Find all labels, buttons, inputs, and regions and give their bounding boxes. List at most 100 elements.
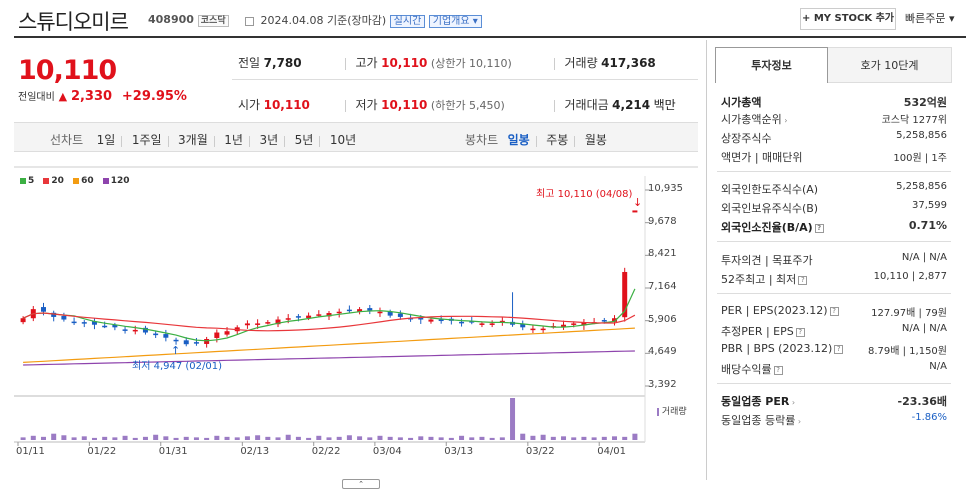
row-52week: 52주최고 | 최저? 10,110 | 2,877 xyxy=(721,271,947,287)
volume-bar xyxy=(71,437,77,440)
help-icon[interactable]: ? xyxy=(834,344,844,354)
volume-bar xyxy=(91,437,97,440)
candle xyxy=(540,328,546,331)
y-tick-label: 9,678 xyxy=(648,215,677,227)
candle xyxy=(122,329,128,331)
help-icon[interactable]: ? xyxy=(798,275,808,285)
row-sector-per[interactable]: 동일업종 PER › -23.36배 xyxy=(721,393,947,409)
volume-bar xyxy=(153,434,159,440)
candle xyxy=(601,320,607,322)
candle xyxy=(295,316,301,318)
volume-bar xyxy=(163,436,169,440)
volume-bar xyxy=(275,437,281,440)
row-foreign-hold: 외국인보유주식수(B) 37,599 xyxy=(721,200,947,216)
volume-bar xyxy=(40,436,46,440)
candle xyxy=(40,307,46,312)
tab-invest-info[interactable]: 투자정보 xyxy=(715,47,828,83)
volume-bar xyxy=(561,436,567,440)
help-icon[interactable]: ? xyxy=(773,365,783,375)
x-tick-label: 03/04 xyxy=(372,446,402,457)
mcap-rank-label: 시가총액순위 xyxy=(721,113,782,126)
volume-bar xyxy=(173,437,179,440)
volume-bar xyxy=(520,433,526,440)
row-shares: 상장주식수 5,258,856 xyxy=(721,130,947,146)
candle xyxy=(316,314,322,316)
sector-per-value: -23.36배 xyxy=(897,395,947,408)
volume-bar xyxy=(397,437,403,440)
volume-bar xyxy=(346,435,352,440)
volume-bar xyxy=(530,435,536,440)
y-tick-label: 4,649 xyxy=(648,346,677,358)
candle xyxy=(459,321,465,324)
volume-bar xyxy=(234,437,240,440)
panel-divider xyxy=(717,171,951,172)
volume-bar xyxy=(61,435,67,440)
chevron-right-icon: › xyxy=(781,116,788,125)
volume-bar xyxy=(367,437,373,440)
foreign-ratio-value: 0.71% xyxy=(908,219,947,232)
x-tick-label: 01/22 xyxy=(87,446,117,457)
collapse-chart-button[interactable]: ⌃ xyxy=(342,479,380,489)
opinion-label: 투자의견 | 목표주가 xyxy=(721,254,813,267)
volume-bar xyxy=(571,437,577,440)
volume-bar xyxy=(428,436,434,440)
volume-bar xyxy=(193,437,199,440)
volume-bar xyxy=(459,435,465,440)
volume-bar xyxy=(255,435,261,440)
volume-bar xyxy=(550,436,556,440)
row-sector-rate[interactable]: 동일업종 등락률 › -1.86% xyxy=(721,412,947,428)
help-icon[interactable]: ? xyxy=(829,306,839,316)
candle xyxy=(397,313,403,317)
foreign-hold-label: 외국인보유주식수(B) xyxy=(721,202,819,215)
volume-bar xyxy=(489,437,495,440)
x-tick-label: 03/22 xyxy=(525,446,555,457)
volume-bar xyxy=(479,436,485,440)
x-tick-label: 01/31 xyxy=(158,446,188,457)
help-icon[interactable]: ? xyxy=(795,327,805,337)
foreign-limit-label: 외국인한도주식수(A) xyxy=(721,183,819,196)
y-tick-label: 3,392 xyxy=(648,379,677,390)
volume-label-text: 거래량 xyxy=(661,407,687,417)
candle xyxy=(183,340,189,345)
mcap-label: 시가총액 xyxy=(721,96,762,109)
volume-bar xyxy=(295,436,301,440)
volume-bar xyxy=(30,435,36,440)
candle xyxy=(428,319,434,322)
volume-bar xyxy=(336,436,342,440)
volume-bar xyxy=(122,435,128,440)
row-foreign-limit: 외국인한도주식수(A) 5,258,856 xyxy=(721,181,947,197)
panel-divider xyxy=(717,241,951,242)
row-foreign-ratio: 외국인소진율(B/A)? 0.71% xyxy=(721,219,947,235)
candle xyxy=(81,322,87,324)
low-arrow-icon: ↑ xyxy=(171,344,181,357)
volume-bar xyxy=(244,436,250,440)
tab-order-book[interactable]: 호가 10단계 xyxy=(828,47,952,83)
volume-bar xyxy=(357,436,363,440)
high-arrow-icon: ↓ xyxy=(633,196,643,209)
x-tick-label: 02/22 xyxy=(311,446,341,457)
y-tick-label: 7,164 xyxy=(648,281,677,292)
pbr-label: PBR | BPS (2023.12) xyxy=(721,342,833,355)
candle xyxy=(71,321,77,324)
volume-bar xyxy=(418,436,424,440)
volume-bar xyxy=(469,437,475,440)
candle xyxy=(244,323,250,326)
pbr-value: 8.79배 | 1,150원 xyxy=(867,346,947,357)
candle xyxy=(285,318,291,320)
help-icon[interactable]: ? xyxy=(814,223,824,233)
w52-value: 10,110 | 2,877 xyxy=(873,271,947,282)
sector-rate-value: -1.86% xyxy=(911,412,947,423)
row-opinion: 투자의견 | 목표주가 N/A | N/A xyxy=(721,252,947,268)
volume-bar xyxy=(581,436,587,440)
volume-bar xyxy=(377,435,383,440)
row-est-per: 추정PER | EPS? N/A | N/A xyxy=(721,323,947,339)
volume-bar xyxy=(204,437,210,440)
panel-divider xyxy=(717,293,951,294)
volume-bar xyxy=(132,437,138,440)
row-mcap-rank[interactable]: 시가총액순위 › 코스닥 1277위 xyxy=(721,111,947,127)
ma120-line xyxy=(23,350,635,366)
row-dividend: 배당수익률? N/A xyxy=(721,361,947,377)
candle xyxy=(336,311,342,314)
volume-bar xyxy=(387,436,393,440)
x-tick-label: 01/11 xyxy=(16,446,45,457)
